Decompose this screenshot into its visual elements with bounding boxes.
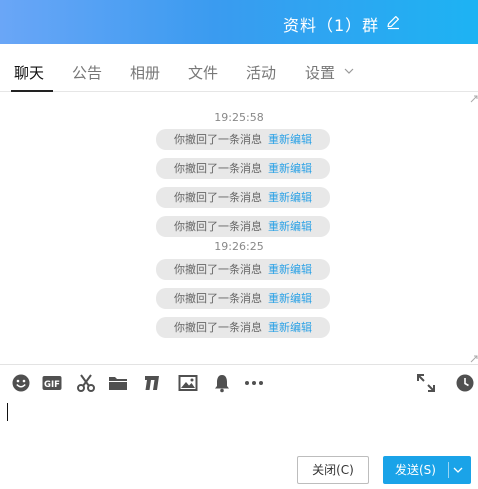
recall-text: 你撤回了一条消息	[174, 191, 262, 204]
close-button[interactable]: 关闭(C)	[297, 456, 369, 484]
group-title: 资料（1）群	[283, 16, 380, 35]
text-caret	[7, 403, 8, 421]
history-icon[interactable]	[455, 373, 475, 393]
tab-files[interactable]: 文件	[188, 62, 218, 83]
re-edit-link[interactable]: 重新编辑	[268, 220, 312, 233]
pencil-icon[interactable]	[385, 14, 401, 30]
timestamp: 19:26:25	[214, 240, 264, 253]
re-edit-link[interactable]: 重新编辑	[268, 263, 312, 276]
more-icon[interactable]	[244, 373, 264, 393]
chevron-down-icon[interactable]	[453, 465, 463, 475]
tab-bar: 聊天 公告 相册 文件 活动 设置	[0, 44, 478, 92]
tab-activities[interactable]: 活动	[246, 62, 276, 83]
recall-notice: 你撤回了一条消息 重新编辑	[156, 158, 330, 179]
re-edit-link[interactable]: 重新编辑	[268, 292, 312, 305]
tab-chat[interactable]: 聊天	[14, 62, 44, 83]
recall-notice: 你撤回了一条消息 重新编辑	[156, 129, 330, 150]
re-edit-link[interactable]: 重新编辑	[268, 162, 312, 175]
recall-text: 你撤回了一条消息	[174, 133, 262, 146]
recall-notice: 你撤回了一条消息 重新编辑	[156, 259, 330, 280]
re-edit-link[interactable]: 重新编辑	[268, 133, 312, 146]
chevron-down-icon[interactable]	[344, 66, 354, 76]
font-icon[interactable]	[142, 373, 162, 393]
re-edit-link[interactable]: 重新编辑	[268, 191, 312, 204]
gif-icon[interactable]: GIF	[42, 373, 62, 393]
scissors-icon[interactable]	[76, 373, 96, 393]
gif-label: GIF	[44, 380, 60, 390]
message-input[interactable]	[0, 401, 478, 451]
recall-text: 你撤回了一条消息	[174, 292, 262, 305]
recall-notice: 你撤回了一条消息 重新编辑	[156, 216, 330, 237]
folder-icon[interactable]	[108, 373, 128, 393]
tab-announcement[interactable]: 公告	[72, 62, 102, 83]
chat-history[interactable]: 19:25:58 你撤回了一条消息 重新编辑 你撤回了一条消息 重新编辑 你撤回了一…	[0, 93, 478, 364]
send-button[interactable]: 发送(S)	[383, 456, 471, 484]
timestamp: 19:25:58	[214, 111, 264, 124]
tab-settings[interactable]: 设置	[305, 62, 335, 83]
emoji-icon[interactable]	[11, 373, 31, 393]
recall-notice: 你撤回了一条消息 重新编辑	[156, 288, 330, 309]
resize-corner-icon	[470, 95, 478, 103]
recall-text: 你撤回了一条消息	[174, 263, 262, 276]
recall-text: 你撤回了一条消息	[174, 162, 262, 175]
bell-icon[interactable]	[212, 373, 232, 393]
image-icon[interactable]	[178, 373, 198, 393]
active-tab-indicator	[11, 90, 53, 92]
recall-notice: 你撤回了一条消息 重新编辑	[156, 317, 330, 338]
tab-album[interactable]: 相册	[130, 62, 160, 83]
expand-icon[interactable]	[416, 373, 436, 393]
resize-corner-icon	[470, 355, 478, 363]
recall-notice: 你撤回了一条消息 重新编辑	[156, 187, 330, 208]
input-toolbar: GIF	[0, 365, 478, 401]
recall-text: 你撤回了一条消息	[174, 220, 262, 233]
send-label: 发送(S)	[395, 463, 436, 477]
recall-text: 你撤回了一条消息	[174, 321, 262, 334]
title-bar: 资料（1）群	[0, 0, 478, 44]
re-edit-link[interactable]: 重新编辑	[268, 321, 312, 334]
send-divider	[448, 462, 449, 478]
